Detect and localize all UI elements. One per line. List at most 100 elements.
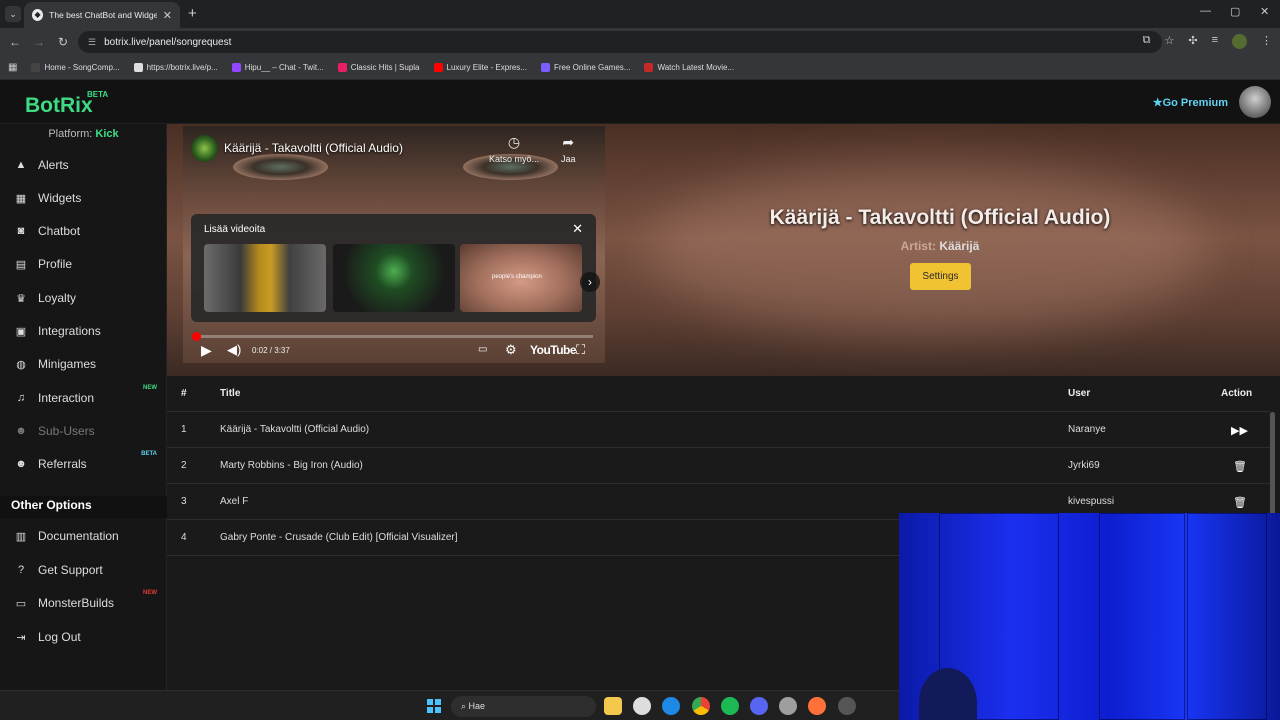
trash-icon[interactable]: 🗑: [1233, 460, 1247, 473]
site-info-icon[interactable]: ☰: [88, 37, 96, 48]
skip-icon[interactable]: ▶▶: [1231, 424, 1248, 437]
gear-icon[interactable]: ⚙: [505, 342, 517, 358]
plug-icon: ▣: [15, 325, 27, 338]
sidebar-item-minigames[interactable]: ◍ Minigames: [14, 357, 164, 371]
laptop-icon: ▭: [15, 597, 27, 610]
bookmark-item[interactable]: Watch Latest Movie...: [644, 63, 734, 72]
taskbar-search[interactable]: ⌕ Hae: [451, 696, 596, 717]
browser-tab-strip: ⌄ ◆ The best ChatBot and Widgets f ✕ + —…: [0, 0, 1280, 28]
channel-avatar[interactable]: [191, 135, 218, 162]
address-bar[interactable]: ☰ botrix.live/panel/songrequest: [78, 31, 1162, 53]
app-icon[interactable]: [838, 697, 856, 715]
bookmark-favicon-icon: [337, 63, 347, 72]
more-videos-panel: Lisää videoita ✕ people's champion ›: [191, 214, 600, 322]
settings-button[interactable]: Settings: [910, 263, 971, 290]
more-videos-title: Lisää videoita: [204, 224, 266, 235]
settings-icon[interactable]: [779, 697, 797, 715]
browser-toolbar: ← → ↻ ☰ botrix.live/panel/songrequest ⧉ …: [0, 28, 1280, 56]
play-icon[interactable]: ▶: [201, 342, 212, 359]
youtube-logo[interactable]: YouTube: [530, 343, 577, 357]
reading-list-icon[interactable]: ≡: [1212, 34, 1218, 49]
sidebar-item-integrations[interactable]: ▣ Integrations: [14, 324, 164, 338]
firefox-icon[interactable]: [808, 697, 826, 715]
sidebar-item-get-support[interactable]: ? Get Support: [14, 563, 164, 577]
browser-menu-icon[interactable]: ⋮: [1261, 34, 1272, 49]
bookmark-item[interactable]: Luxury Elite - Expres...: [433, 63, 527, 72]
user-group-icon: ☻: [15, 458, 27, 470]
forward-icon[interactable]: →: [27, 35, 51, 49]
music-icon: ♫: [16, 392, 26, 404]
sidebar-item-log-out[interactable]: ⇥ Log Out: [14, 630, 164, 644]
bookmarks-bar: ▦ Home - SongComp... https://botrix.live…: [0, 56, 1280, 80]
back-icon[interactable]: ←: [3, 35, 27, 49]
sidebar-item-widgets[interactable]: ▦ Widgets: [14, 191, 164, 205]
bookmark-item[interactable]: Classic Hits | Supla: [337, 63, 420, 72]
minimize-icon[interactable]: —: [1200, 5, 1211, 17]
share-button[interactable]: ➦ Jaa: [561, 134, 576, 164]
sidebar-item-loyalty[interactable]: ♛ Loyalty: [14, 291, 164, 305]
window-close-icon[interactable]: ✕: [1260, 5, 1269, 18]
fullscreen-icon[interactable]: ⛶: [576, 342, 585, 358]
sidebar-item-chatbot[interactable]: ◙ Chatbot: [14, 224, 164, 238]
table-header: # Title User Action: [167, 376, 1270, 412]
bookmark-item[interactable]: https://botrix.live/p...: [133, 63, 218, 72]
sidebar-item-referrals[interactable]: ☻ Referrals BETA: [14, 451, 164, 471]
thumbnail-caption: people's champion: [492, 274, 542, 280]
translate-icon[interactable]: ⧉: [1143, 34, 1151, 49]
video-thumbnail[interactable]: people's champion: [460, 244, 582, 312]
bookmark-star-icon[interactable]: ☆: [1164, 34, 1174, 49]
trophy-icon: ♛: [16, 292, 26, 305]
profile-avatar[interactable]: [1232, 34, 1247, 49]
other-options-heading: Other Options: [0, 496, 167, 518]
trash-icon[interactable]: 🗑: [1233, 496, 1247, 509]
bookmark-item[interactable]: Free Online Games...: [540, 63, 630, 72]
windows-start-icon[interactable]: [427, 699, 441, 713]
apps-grid-icon[interactable]: ▦: [8, 62, 17, 73]
video-thumbnail[interactable]: [204, 244, 326, 312]
browser-tab[interactable]: ◆ The best ChatBot and Widgets f ✕: [24, 2, 180, 28]
restore-icon[interactable]: ▢: [1230, 5, 1240, 18]
bookmark-item[interactable]: Home - SongComp...: [31, 63, 120, 72]
sidebar-item-monsterbuilds[interactable]: ▭ MonsterBuilds NEW: [14, 590, 164, 610]
spotify-icon[interactable]: [721, 697, 739, 715]
video-title[interactable]: Käärijä - Takavoltti (Official Audio): [224, 141, 403, 155]
botrix-logo[interactable]: BotRix BETA: [25, 90, 108, 118]
question-icon: ?: [17, 564, 25, 576]
new-tab-icon[interactable]: +: [188, 5, 197, 22]
progress-bar[interactable]: [192, 332, 593, 341]
logitech-icon[interactable]: [662, 697, 680, 715]
new-badge: NEW: [143, 385, 157, 391]
tab-search-icon[interactable]: ⌄: [5, 6, 21, 22]
star-icon: ★: [1152, 97, 1163, 109]
sidebar-item-interaction[interactable]: ♫ Interaction NEW: [14, 385, 164, 405]
close-icon[interactable]: ✕: [572, 221, 583, 237]
discord-icon[interactable]: [750, 697, 768, 715]
sidebar-item-sub-users[interactable]: ☻ Sub-Users: [14, 424, 164, 438]
bookmark-favicon-icon: [644, 63, 654, 72]
reload-icon[interactable]: ↻: [51, 35, 75, 49]
bookmark-item[interactable]: Hipu__ – Chat - Twit...: [231, 63, 324, 72]
book-icon: ▥: [15, 530, 27, 543]
chrome-icon[interactable]: [692, 697, 710, 715]
progress-handle[interactable]: [192, 332, 201, 341]
captions-icon[interactable]: ▭: [478, 344, 487, 355]
sidebar-item-documentation[interactable]: ▥ Documentation: [14, 529, 164, 543]
sidebar-item-alerts[interactable]: ▲ Alerts: [14, 158, 164, 172]
obs-icon[interactable]: [633, 697, 651, 715]
file-explorer-icon[interactable]: [604, 697, 622, 715]
video-thumbnail[interactable]: [333, 244, 455, 312]
chevron-right-icon[interactable]: ›: [580, 272, 600, 292]
user-avatar[interactable]: [1239, 86, 1271, 118]
video-time: 0:02 / 3:37: [252, 346, 290, 355]
youtube-player[interactable]: Käärijä - Takavoltti (Official Audio) ◷ K…: [183, 126, 605, 363]
watch-later-button[interactable]: ◷ Katso myö...: [489, 134, 539, 164]
close-tab-icon[interactable]: ✕: [163, 9, 172, 22]
id-card-icon: ▤: [15, 258, 27, 271]
sidebar-item-profile[interactable]: ▤ Profile: [14, 257, 164, 271]
botrix-favicon-icon: ◆: [32, 9, 44, 21]
extensions-icon[interactable]: ✣: [1188, 34, 1197, 49]
robot-icon: ◙: [17, 225, 25, 237]
volume-icon[interactable]: ◀): [227, 342, 241, 358]
go-premium-link[interactable]: ★Go Premium: [1153, 96, 1228, 109]
windows-taskbar: ⌕ Hae: [0, 690, 899, 720]
